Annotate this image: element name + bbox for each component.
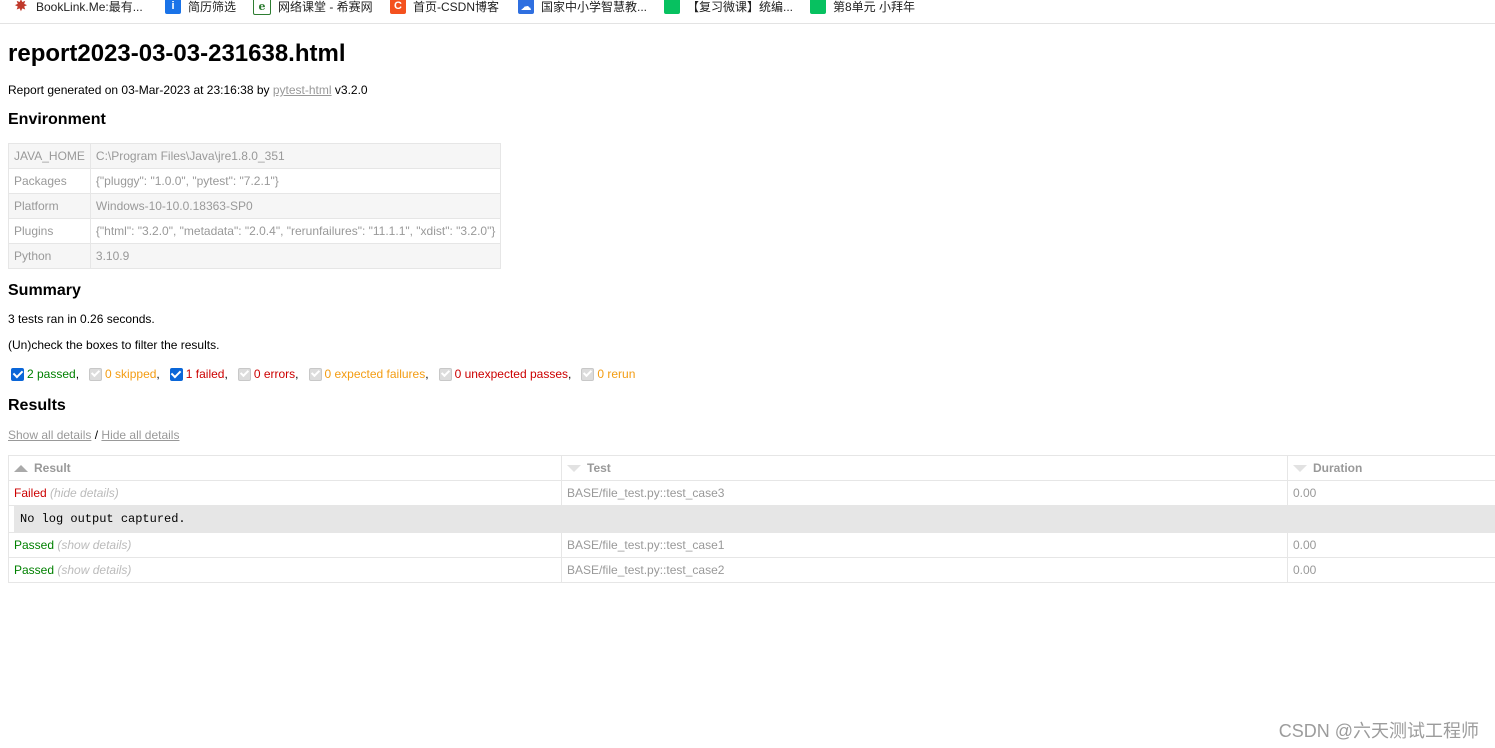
show-details-toggle[interactable]: (show details) xyxy=(57,538,131,552)
hide-details-toggle[interactable]: (hide details) xyxy=(50,486,119,500)
bookmark-xisai[interactable]: e 网络课堂 - 希赛网 xyxy=(253,0,373,16)
env-value: {"pluggy": "1.0.0", "pytest": "7.2.1"} xyxy=(89,168,502,194)
table-row: Failed (hide details) BASE/file_test.py:… xyxy=(8,480,1495,506)
env-value: C:\Program Files\Java\jre1.8.0_351 xyxy=(89,143,502,169)
bookmark-unit8[interactable]: 第8单元 小拜年 xyxy=(810,0,915,16)
table-row: Passed (show details) BASE/file_test.py:… xyxy=(8,557,1495,583)
filter-errors-label: 0 errors xyxy=(253,367,296,381)
env-value: Windows-10-10.0.18363-SP0 xyxy=(89,193,502,219)
test-cell: BASE/file_test.py::test_case2 xyxy=(561,557,1288,583)
env-key: JAVA_HOME xyxy=(8,143,91,169)
hide-all-details-link[interactable]: Hide all details xyxy=(101,428,179,442)
filter-skipped-checkbox[interactable] xyxy=(89,367,103,381)
duration-cell: 0.00 xyxy=(1287,480,1495,506)
watermark: CSDN @六天测试工程师 xyxy=(1278,721,1479,741)
filter-failed-label: 1 failed xyxy=(185,367,225,381)
csdn-icon: C xyxy=(390,0,406,14)
result-cell: Passed (show details) xyxy=(8,557,562,583)
star-icon: ✸ xyxy=(14,0,28,15)
details-toggle-links: Show all details / Hide all details xyxy=(8,428,180,442)
results-table: Result Test Duration Failed (hide detail… xyxy=(8,455,1495,583)
table-row: Passed (show details) BASE/file_test.py:… xyxy=(8,532,1495,558)
bookmark-review[interactable]: 【复习微课】统编... xyxy=(664,0,793,16)
filter-xpassed-label: 0 unexpected passes xyxy=(454,367,568,381)
env-key: Python xyxy=(8,243,91,269)
wechat-icon xyxy=(664,0,680,14)
filter-failed-checkbox[interactable] xyxy=(169,367,183,381)
filter-hint: (Un)check the boxes to filter the result… xyxy=(8,338,220,352)
filter-skipped-label: 0 skipped xyxy=(105,367,157,381)
results-header-row: Result Test Duration xyxy=(8,455,1495,481)
environment-table: JAVA_HOME C:\Program Files\Java\jre1.8.0… xyxy=(8,143,502,269)
page-title: report2023-03-03-231638.html xyxy=(8,40,346,67)
filter-xfailed-checkbox[interactable] xyxy=(308,367,322,381)
bookmarks-bar: ✸ BookLink.Me:最有... i 简历筛选 e 网络课堂 - 希赛网 … xyxy=(0,0,1495,24)
env-row: JAVA_HOME C:\Program Files\Java\jre1.8.0… xyxy=(8,143,502,169)
filter-rerun-label: 0 rerun xyxy=(597,367,636,381)
tests-ran-text: 3 tests ran in 0.26 seconds. xyxy=(8,312,155,326)
col-result-header[interactable]: Result xyxy=(8,455,562,481)
summary-heading: Summary xyxy=(8,282,81,299)
results-heading: Results xyxy=(8,397,66,414)
bookmark-csdn[interactable]: C 首页-CSDN博客 xyxy=(390,0,499,16)
wechat-icon xyxy=(810,0,826,14)
col-test-header[interactable]: Test xyxy=(561,455,1288,481)
env-value: 3.10.9 xyxy=(89,243,502,269)
env-row: Python 3.10.9 xyxy=(8,243,502,269)
env-key: Plugins xyxy=(8,218,91,244)
result-cell: Failed (hide details) xyxy=(8,480,562,506)
e-icon: e xyxy=(253,0,271,15)
show-details-toggle[interactable]: (show details) xyxy=(57,563,131,577)
environment-heading: Environment xyxy=(8,111,106,128)
bookmark-resume[interactable]: i 简历筛选 xyxy=(165,0,236,16)
col-duration-header[interactable]: Duration xyxy=(1287,455,1495,481)
filter-xfailed-label: 0 expected failures xyxy=(324,367,426,381)
filter-passed-label: 2 passed xyxy=(27,367,76,381)
filter-xpassed-checkbox[interactable] xyxy=(438,367,452,381)
duration-cell: 0.00 xyxy=(1287,557,1495,583)
cloud-icon: ☁ xyxy=(518,0,534,14)
filter-errors-checkbox[interactable] xyxy=(237,367,251,381)
bookmark-booklink[interactable]: ✸ BookLink.Me:最有... xyxy=(13,0,142,16)
env-row: Packages {"pluggy": "1.0.0", "pytest": "… xyxy=(8,168,502,194)
sort-desc-icon xyxy=(1293,465,1307,473)
env-key: Packages xyxy=(8,168,91,194)
show-all-details-link[interactable]: Show all details xyxy=(8,428,91,442)
result-cell: Passed (show details) xyxy=(8,532,562,558)
result-filters: 2 passed, 0 skipped, 1 failed, 0 errors,… xyxy=(11,367,635,381)
generated-line: Report generated on 03-Mar-2023 at 23:16… xyxy=(8,83,368,97)
duration-cell: 0.00 xyxy=(1287,532,1495,558)
env-value: {"html": "3.2.0", "metadata": "2.0.4", "… xyxy=(89,218,502,244)
sort-desc-icon xyxy=(567,465,581,473)
info-icon: i xyxy=(165,0,181,14)
env-key: Platform xyxy=(8,193,91,219)
filter-passed-checkbox[interactable] xyxy=(11,367,24,381)
test-cell: BASE/file_test.py::test_case1 xyxy=(561,532,1288,558)
filter-rerun-checkbox[interactable] xyxy=(581,367,595,381)
test-cell: BASE/file_test.py::test_case3 xyxy=(561,480,1288,506)
bookmark-smartedu[interactable]: ☁ 国家中小学智慧教... xyxy=(518,0,647,16)
env-row: Platform Windows-10-10.0.18363-SP0 xyxy=(8,193,502,219)
sort-asc-icon xyxy=(14,465,28,473)
env-row: Plugins {"html": "3.2.0", "metadata": "2… xyxy=(8,218,502,244)
log-output: No log output captured. xyxy=(14,506,1495,532)
log-row: No log output captured. xyxy=(8,505,1495,533)
pytest-html-link[interactable]: pytest-html xyxy=(273,83,332,97)
